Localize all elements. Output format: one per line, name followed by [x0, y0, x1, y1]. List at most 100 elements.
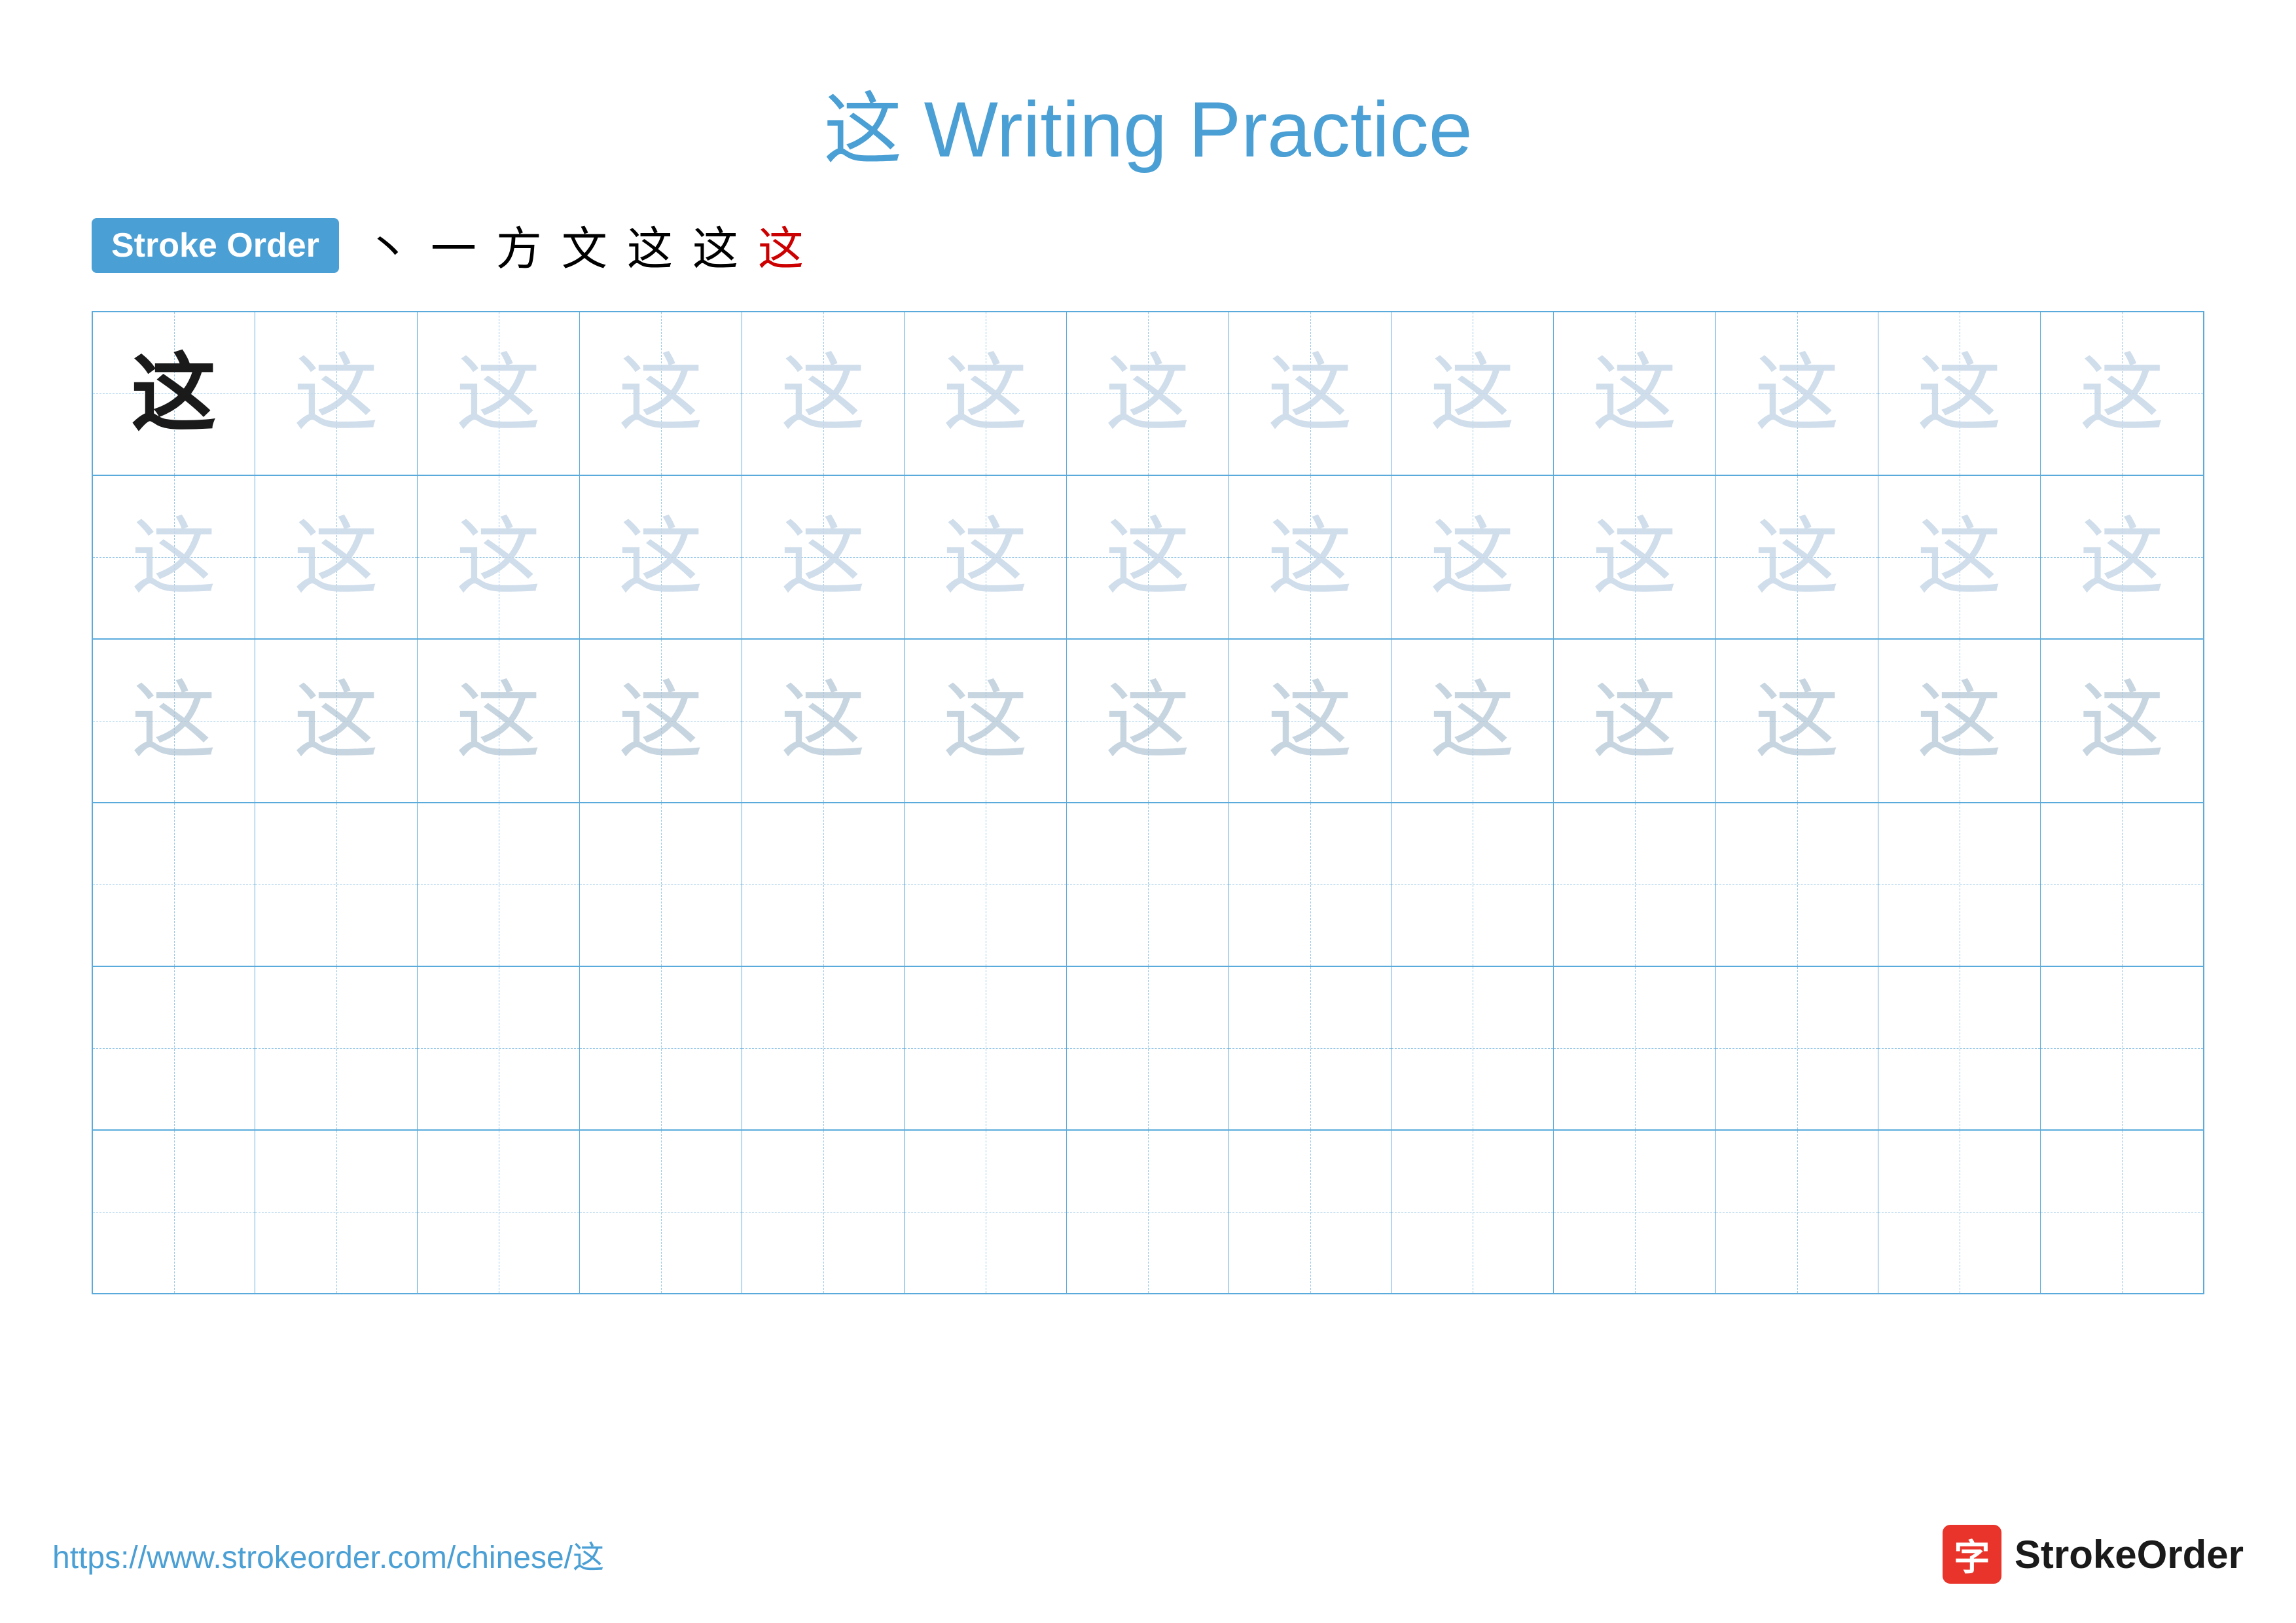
grid-cell-3-7: 这: [1067, 640, 1229, 802]
grid-cell-2-3: 这: [418, 476, 580, 638]
grid-cell-4-8[interactable]: [1229, 803, 1391, 966]
footer-logo: 字 StrokeOrder: [1943, 1525, 2244, 1584]
grid-cell-2-4: 这: [580, 476, 742, 638]
grid-cell-4-11[interactable]: [1716, 803, 1878, 966]
grid-cell-2-10: 这: [1554, 476, 1716, 638]
grid-cell-1-4: 这: [580, 312, 742, 475]
char-dark: 这: [131, 351, 216, 436]
stroke-3: 方: [496, 212, 542, 278]
grid-cell-4-7[interactable]: [1067, 803, 1229, 966]
grid-cell-3-1: 这: [93, 640, 255, 802]
grid-cell-2-12: 这: [1878, 476, 2041, 638]
footer: https://www.strokeorder.com/chinese/这 字 …: [52, 1525, 2244, 1584]
grid-cell-2-1: 这: [93, 476, 255, 638]
grid-cell-2-13: 这: [2041, 476, 2203, 638]
grid-cell-3-9: 这: [1391, 640, 1554, 802]
footer-url: https://www.strokeorder.com/chinese/这: [52, 1531, 604, 1577]
page-title: 这 Writing Practice: [823, 86, 1472, 173]
page-container: 这 Writing Practice Stroke Order 丶 一 方 文 …: [0, 0, 2296, 1623]
grid-row-2: 这 这 这 这 这 这 这 这 这 这 这 这 这: [93, 476, 2203, 640]
grid-cell-6-10[interactable]: [1554, 1131, 1716, 1293]
grid-cell-3-4: 这: [580, 640, 742, 802]
grid-cell-4-3[interactable]: [418, 803, 580, 966]
grid-cell-2-9: 这: [1391, 476, 1554, 638]
grid-cell-5-12[interactable]: [1878, 967, 2041, 1129]
grid-cell-5-3[interactable]: [418, 967, 580, 1129]
grid-cell-1-3: 这: [418, 312, 580, 475]
title-section: 这 Writing Practice: [52, 65, 2244, 179]
grid-cell-3-12: 这: [1878, 640, 2041, 802]
logo-name: StrokeOrder: [2015, 1532, 2244, 1577]
grid-cell-4-9[interactable]: [1391, 803, 1554, 966]
grid-cell-2-8: 这: [1229, 476, 1391, 638]
grid-cell-6-13[interactable]: [2041, 1131, 2203, 1293]
grid-cell-3-8: 这: [1229, 640, 1391, 802]
grid-cell-5-5[interactable]: [742, 967, 905, 1129]
grid-cell-6-3[interactable]: [418, 1131, 580, 1293]
stroke-7-red: 这: [758, 212, 804, 278]
grid-cell-3-10: 这: [1554, 640, 1716, 802]
grid-cell-6-2[interactable]: [255, 1131, 418, 1293]
grid-cell-6-6[interactable]: [905, 1131, 1067, 1293]
grid-cell-1-1: 这: [93, 312, 255, 475]
grid-cell-1-12: 这: [1878, 312, 2041, 475]
grid-cell-5-1[interactable]: [93, 967, 255, 1129]
grid-cell-3-11: 这: [1716, 640, 1878, 802]
grid-cell-6-4[interactable]: [580, 1131, 742, 1293]
grid-row-3: 这 这 这 这 这 这 这 这 这 这 这 这 这: [93, 640, 2203, 803]
grid-cell-4-6[interactable]: [905, 803, 1067, 966]
grid-cell-3-5: 这: [742, 640, 905, 802]
grid-cell-3-2: 这: [255, 640, 418, 802]
grid-cell-1-7: 这: [1067, 312, 1229, 475]
stroke-5: 这: [627, 212, 673, 278]
grid-cell-3-13: 这: [2041, 640, 2203, 802]
stroke-6: 这: [692, 212, 738, 278]
grid-cell-5-8[interactable]: [1229, 967, 1391, 1129]
grid-cell-4-10[interactable]: [1554, 803, 1716, 966]
practice-grid: 这 这 这 这 这 这 这 这 这 这 这 这 这 这 这 这 这 这 这 这 …: [92, 311, 2204, 1294]
grid-cell-5-9[interactable]: [1391, 967, 1554, 1129]
stroke-order-badge: Stroke Order: [92, 218, 339, 273]
grid-cell-4-12[interactable]: [1878, 803, 2041, 966]
stroke-2: 一: [431, 212, 476, 278]
grid-cell-2-5: 这: [742, 476, 905, 638]
grid-cell-1-13: 这: [2041, 312, 2203, 475]
grid-cell-6-8[interactable]: [1229, 1131, 1391, 1293]
stroke-sequence: 丶 一 方 文 这 这 这: [365, 212, 804, 278]
grid-cell-6-1[interactable]: [93, 1131, 255, 1293]
grid-cell-5-11[interactable]: [1716, 967, 1878, 1129]
grid-cell-1-9: 这: [1391, 312, 1554, 475]
grid-row-6: [93, 1131, 2203, 1293]
grid-cell-3-3: 这: [418, 640, 580, 802]
grid-cell-5-13[interactable]: [2041, 967, 2203, 1129]
grid-cell-3-6: 这: [905, 640, 1067, 802]
grid-cell-4-13[interactable]: [2041, 803, 2203, 966]
grid-cell-5-6[interactable]: [905, 967, 1067, 1129]
logo-icon: 字: [1943, 1525, 2001, 1584]
grid-cell-4-2[interactable]: [255, 803, 418, 966]
grid-cell-5-2[interactable]: [255, 967, 418, 1129]
grid-cell-4-1[interactable]: [93, 803, 255, 966]
grid-cell-6-9[interactable]: [1391, 1131, 1554, 1293]
grid-cell-1-11: 这: [1716, 312, 1878, 475]
grid-cell-6-7[interactable]: [1067, 1131, 1229, 1293]
grid-cell-1-8: 这: [1229, 312, 1391, 475]
grid-cell-1-6: 这: [905, 312, 1067, 475]
grid-cell-4-4[interactable]: [580, 803, 742, 966]
grid-cell-1-2: 这: [255, 312, 418, 475]
grid-row-1: 这 这 这 这 这 这 这 这 这 这 这 这 这: [93, 312, 2203, 476]
grid-cell-5-10[interactable]: [1554, 967, 1716, 1129]
stroke-1: 丶: [365, 212, 411, 278]
grid-cell-5-4[interactable]: [580, 967, 742, 1129]
grid-cell-1-10: 这: [1554, 312, 1716, 475]
stroke-4: 文: [562, 212, 607, 278]
grid-cell-6-12[interactable]: [1878, 1131, 2041, 1293]
grid-cell-5-7[interactable]: [1067, 967, 1229, 1129]
grid-cell-4-5[interactable]: [742, 803, 905, 966]
grid-cell-2-6: 这: [905, 476, 1067, 638]
grid-cell-6-5[interactable]: [742, 1131, 905, 1293]
grid-cell-2-7: 这: [1067, 476, 1229, 638]
grid-cell-6-11[interactable]: [1716, 1131, 1878, 1293]
stroke-order-section: Stroke Order 丶 一 方 文 这 这 这: [52, 212, 2244, 278]
grid-cell-2-2: 这: [255, 476, 418, 638]
